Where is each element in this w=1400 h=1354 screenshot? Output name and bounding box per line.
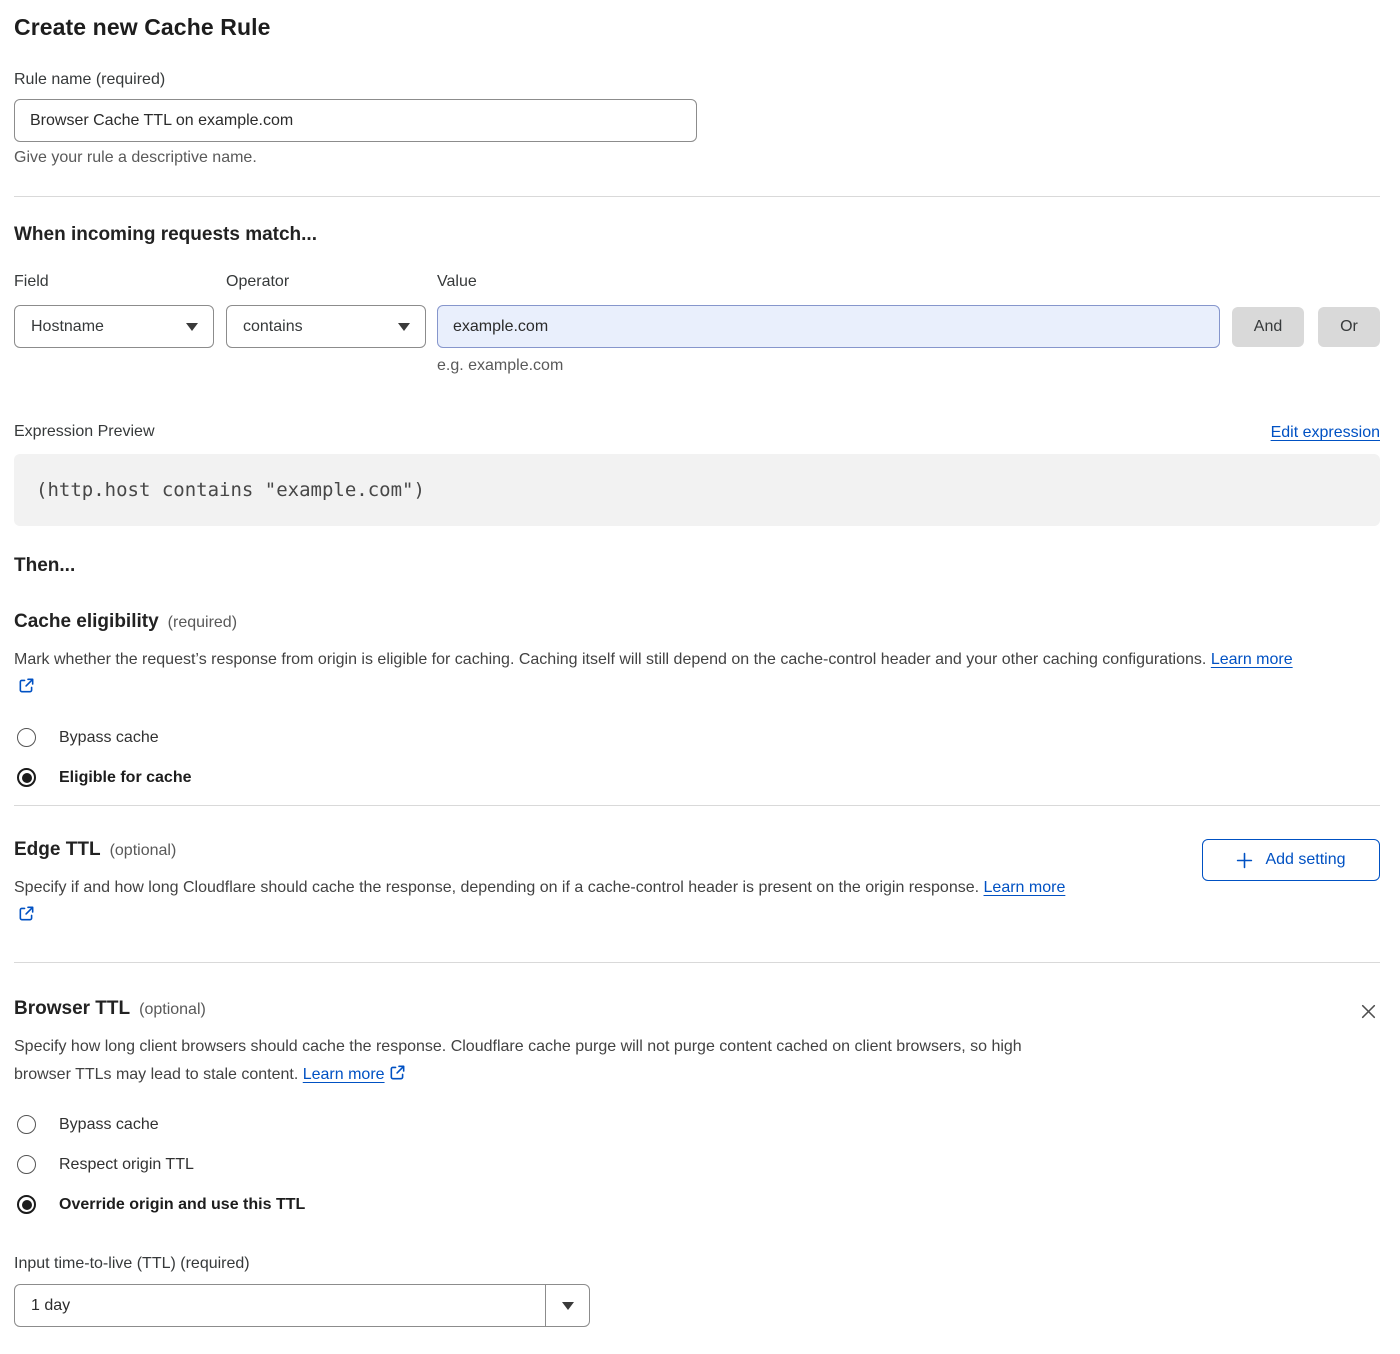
value-label: Value (437, 272, 477, 292)
expression-code-block: (http.host contains "example.com") (14, 454, 1380, 526)
add-setting-button[interactable]: Add setting (1202, 839, 1380, 881)
ttl-select-arrow-button[interactable] (545, 1285, 589, 1326)
external-link-icon (18, 905, 35, 922)
divider (14, 962, 1380, 963)
ttl-select[interactable]: 1 day (14, 1284, 590, 1327)
close-icon (1359, 1002, 1378, 1021)
and-button[interactable]: And (1232, 307, 1304, 347)
radio-label: Bypass cache (59, 729, 159, 747)
learn-more-link[interactable]: Learn more (1211, 651, 1293, 668)
edge-ttl-header: Edge TTL (optional) (14, 838, 1074, 862)
chevron-down-icon (186, 323, 198, 331)
browser-ttl-content: Browser TTL (optional) Specify how long … (14, 997, 1044, 1089)
description-text: Specify if and how long Cloudflare shoul… (14, 879, 979, 896)
radio-label: Override origin and use this TTL (59, 1196, 305, 1214)
divider (14, 805, 1380, 806)
browser-ttl-section: Browser TTL (optional) Specify how long … (14, 997, 1380, 1089)
rule-name-help: Give your rule a descriptive name. (14, 148, 1380, 168)
expression-preview-header: Expression Preview Edit expression (14, 422, 1380, 442)
radio-option-bypass-cache[interactable]: Bypass cache (14, 728, 1380, 747)
field-select-value: Hostname (31, 318, 104, 336)
page-title: Create new Cache Rule (14, 12, 1380, 42)
operator-select-value: contains (243, 318, 303, 336)
radio-button[interactable] (17, 1195, 36, 1214)
browser-ttl-header: Browser TTL (optional) (14, 997, 1044, 1021)
radio-button[interactable] (17, 768, 36, 787)
field-label: Field (14, 272, 226, 292)
operator-select[interactable]: contains (226, 305, 426, 348)
required-tag: (required) (168, 614, 237, 632)
match-condition-row: Hostname contains And Or (14, 305, 1380, 348)
chevron-down-icon (398, 323, 410, 331)
cache-eligibility-description: Mark whether the request’s response from… (14, 646, 1294, 702)
edge-ttl-content: Edge TTL (optional) Specify if and how l… (14, 838, 1074, 930)
external-link-icon (18, 677, 35, 694)
learn-more-link[interactable]: Learn more (303, 1066, 385, 1083)
radio-button[interactable] (17, 1155, 36, 1174)
optional-tag: (optional) (139, 1001, 206, 1019)
operator-label: Operator (226, 272, 437, 292)
external-link-icon (389, 1064, 406, 1081)
cache-eligibility-header: Cache eligibility (required) (14, 610, 1380, 634)
edit-expression-link[interactable]: Edit expression (1271, 424, 1380, 442)
rule-name-label: Rule name (required) (14, 70, 1380, 90)
description-text: Mark whether the request’s response from… (14, 651, 1206, 668)
expression-preview-label: Expression Preview (14, 422, 155, 442)
radio-option-eligible-for-cache[interactable]: Eligible for cache (14, 768, 1380, 787)
radio-button[interactable] (17, 1115, 36, 1134)
radio-button[interactable] (17, 728, 36, 747)
optional-tag: (optional) (110, 842, 177, 860)
or-button[interactable]: Or (1318, 307, 1380, 347)
ttl-select-value: 1 day (15, 1285, 545, 1326)
match-column-labels: Field Operator Value (14, 272, 1380, 292)
plus-icon (1236, 852, 1253, 869)
rule-name-group: Rule name (required) Give your rule a de… (14, 70, 1380, 168)
then-heading: Then... (14, 554, 1380, 578)
field-select[interactable]: Hostname (14, 305, 214, 348)
divider (14, 196, 1380, 197)
add-setting-label: Add setting (1265, 851, 1345, 869)
radio-option-bypass-cache-browser[interactable]: Bypass cache (14, 1115, 1380, 1134)
radio-label: Eligible for cache (59, 769, 191, 787)
edge-ttl-heading: Edge TTL (14, 838, 101, 862)
browser-ttl-heading: Browser TTL (14, 997, 130, 1021)
expression-code-text: (http.host contains "example.com") (36, 479, 425, 501)
match-heading: When incoming requests match... (14, 223, 1380, 247)
edge-ttl-section: Edge TTL (optional) Specify if and how l… (14, 838, 1380, 930)
description-text: Specify how long client browsers should … (14, 1038, 1022, 1083)
close-browser-ttl-button[interactable] (1357, 1000, 1380, 1023)
radio-option-respect-origin-ttl[interactable]: Respect origin TTL (14, 1155, 1380, 1174)
chevron-down-icon (562, 1302, 574, 1310)
create-cache-rule-form: Create new Cache Rule Rule name (require… (0, 0, 1400, 1327)
value-input[interactable] (437, 305, 1220, 348)
radio-label: Respect origin TTL (59, 1156, 194, 1174)
radio-option-override-origin-ttl[interactable]: Override origin and use this TTL (14, 1195, 1380, 1214)
rule-name-input[interactable] (14, 99, 697, 142)
browser-ttl-description: Specify how long client browsers should … (14, 1033, 1044, 1089)
edge-ttl-description: Specify if and how long Cloudflare shoul… (14, 874, 1074, 930)
ttl-input-label: Input time-to-live (TTL) (required) (14, 1254, 1380, 1274)
radio-label: Bypass cache (59, 1116, 159, 1134)
learn-more-link[interactable]: Learn more (984, 879, 1066, 896)
value-help: e.g. example.com (437, 356, 1380, 376)
cache-eligibility-heading: Cache eligibility (14, 610, 159, 634)
